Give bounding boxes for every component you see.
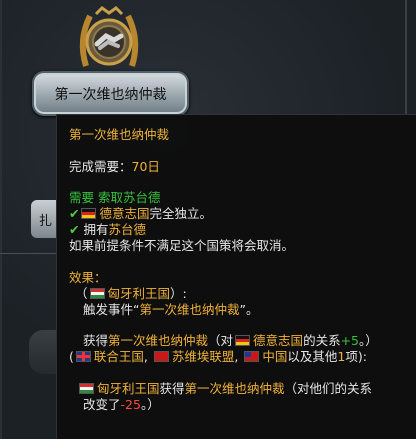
gain-relation: 的关系 [303,333,341,348]
others-mid: 以及其他 [287,349,338,364]
tree-connector [0,253,56,254]
gain-country: 德意志国 [253,333,304,348]
effect-scope: （ 匈牙利王国）: [75,286,187,301]
focus-tooltip: 第一次维也纳仲裁 完成需要：70日 需要 索取苏台德 ✔ 德意志国完全独立。 ✔ … [56,114,416,439]
gain-mid: （对 [208,333,234,348]
requirement-1: ✔ 德意志国完全独立。 [69,206,212,221]
req1-country: 德意志国 [99,206,150,221]
trigger-event-name: 第一次维也纳仲裁 [139,302,240,317]
scope-open: （ [75,286,88,301]
requirement-2: ✔ 拥有苏台德 [69,222,146,237]
flag-icon [153,351,169,362]
sub-item: 第一次维也纳仲裁 [184,381,285,396]
flag-icon [79,383,94,394]
flag-icon [244,351,260,362]
tree-divider [0,0,2,439]
focus-name: 第一次维也纳仲裁 [54,86,167,103]
sub-line2-prefix: 改变了 [83,397,121,412]
scope-country: 匈牙利王国 [107,286,171,301]
completion-label: 完成需要： [69,159,132,174]
adjacent-focus-button[interactable] [29,330,57,374]
other-country-1: 联合王国 [93,349,144,364]
req1-suffix: 完全独立。 [149,206,213,221]
effects-header: 效果： [69,270,107,285]
completion-time: 完成需要：70日 [69,159,160,174]
scope-close: ）: [170,286,187,301]
sub-gain: 获得 [159,381,185,396]
sub-effect-line-1: 匈牙利王国获得第一次维也纳仲裁（对他们的关系 [77,381,372,396]
flag-icon [75,351,91,362]
bypass-text: 如果前提条件不满足这个国策将会取消。 [69,238,295,253]
adjacent-focus-label: 扎 [39,214,53,229]
adjacent-focus-button[interactable]: 扎 [31,200,57,238]
req2-target: 苏台德 [108,222,146,237]
sub-value: -25 [120,397,141,412]
gain-item: 第一次维也纳仲裁 [108,333,209,348]
trigger-prefix: 触发事件“ [83,302,140,317]
others-close: 项): [345,349,367,364]
other-country-2: 苏维埃联盟 [171,349,235,364]
gain-prefix: 获得 [83,333,109,348]
sub-country: 匈牙利王国 [97,381,160,396]
flag-icon [235,335,251,346]
other-country-3: 中国 [262,349,288,364]
req2-prefix: 拥有 [83,222,109,237]
sub-effect-line-2: 改变了-25。） [83,397,160,412]
tree-divider [405,0,407,114]
checkmark-icon: ✔ [69,206,80,221]
others-open: ( [69,349,74,364]
separator: , [143,349,152,364]
requires-header: 需要 索取苏台德 [69,190,161,205]
gain-value: +5 [340,333,360,348]
focus-button[interactable]: 第一次维也纳仲裁 [32,71,189,116]
others-line: (联合王国, 苏维埃联盟, 中国以及其他1项): [69,349,367,364]
trigger-suffix: ”。 [239,302,259,317]
gain-line: 获得第一次维也纳仲裁（对 德意志国的关系+5。） [83,333,378,348]
sub-end: 。） [140,397,160,412]
completion-value: 70日 [131,159,160,174]
trigger-event: 触发事件“第一次维也纳仲裁”。 [83,302,258,317]
laurel-emblem-icon[interactable] [74,6,144,72]
checkmark-icon: ✔ [69,222,80,237]
separator: , [234,349,243,364]
gain-end: 。） [359,333,378,348]
tooltip-title: 第一次维也纳仲裁 [69,127,170,142]
sub-mid: （对他们的关系 [284,381,373,396]
flag-icon [89,288,105,299]
flag-icon [81,208,97,219]
